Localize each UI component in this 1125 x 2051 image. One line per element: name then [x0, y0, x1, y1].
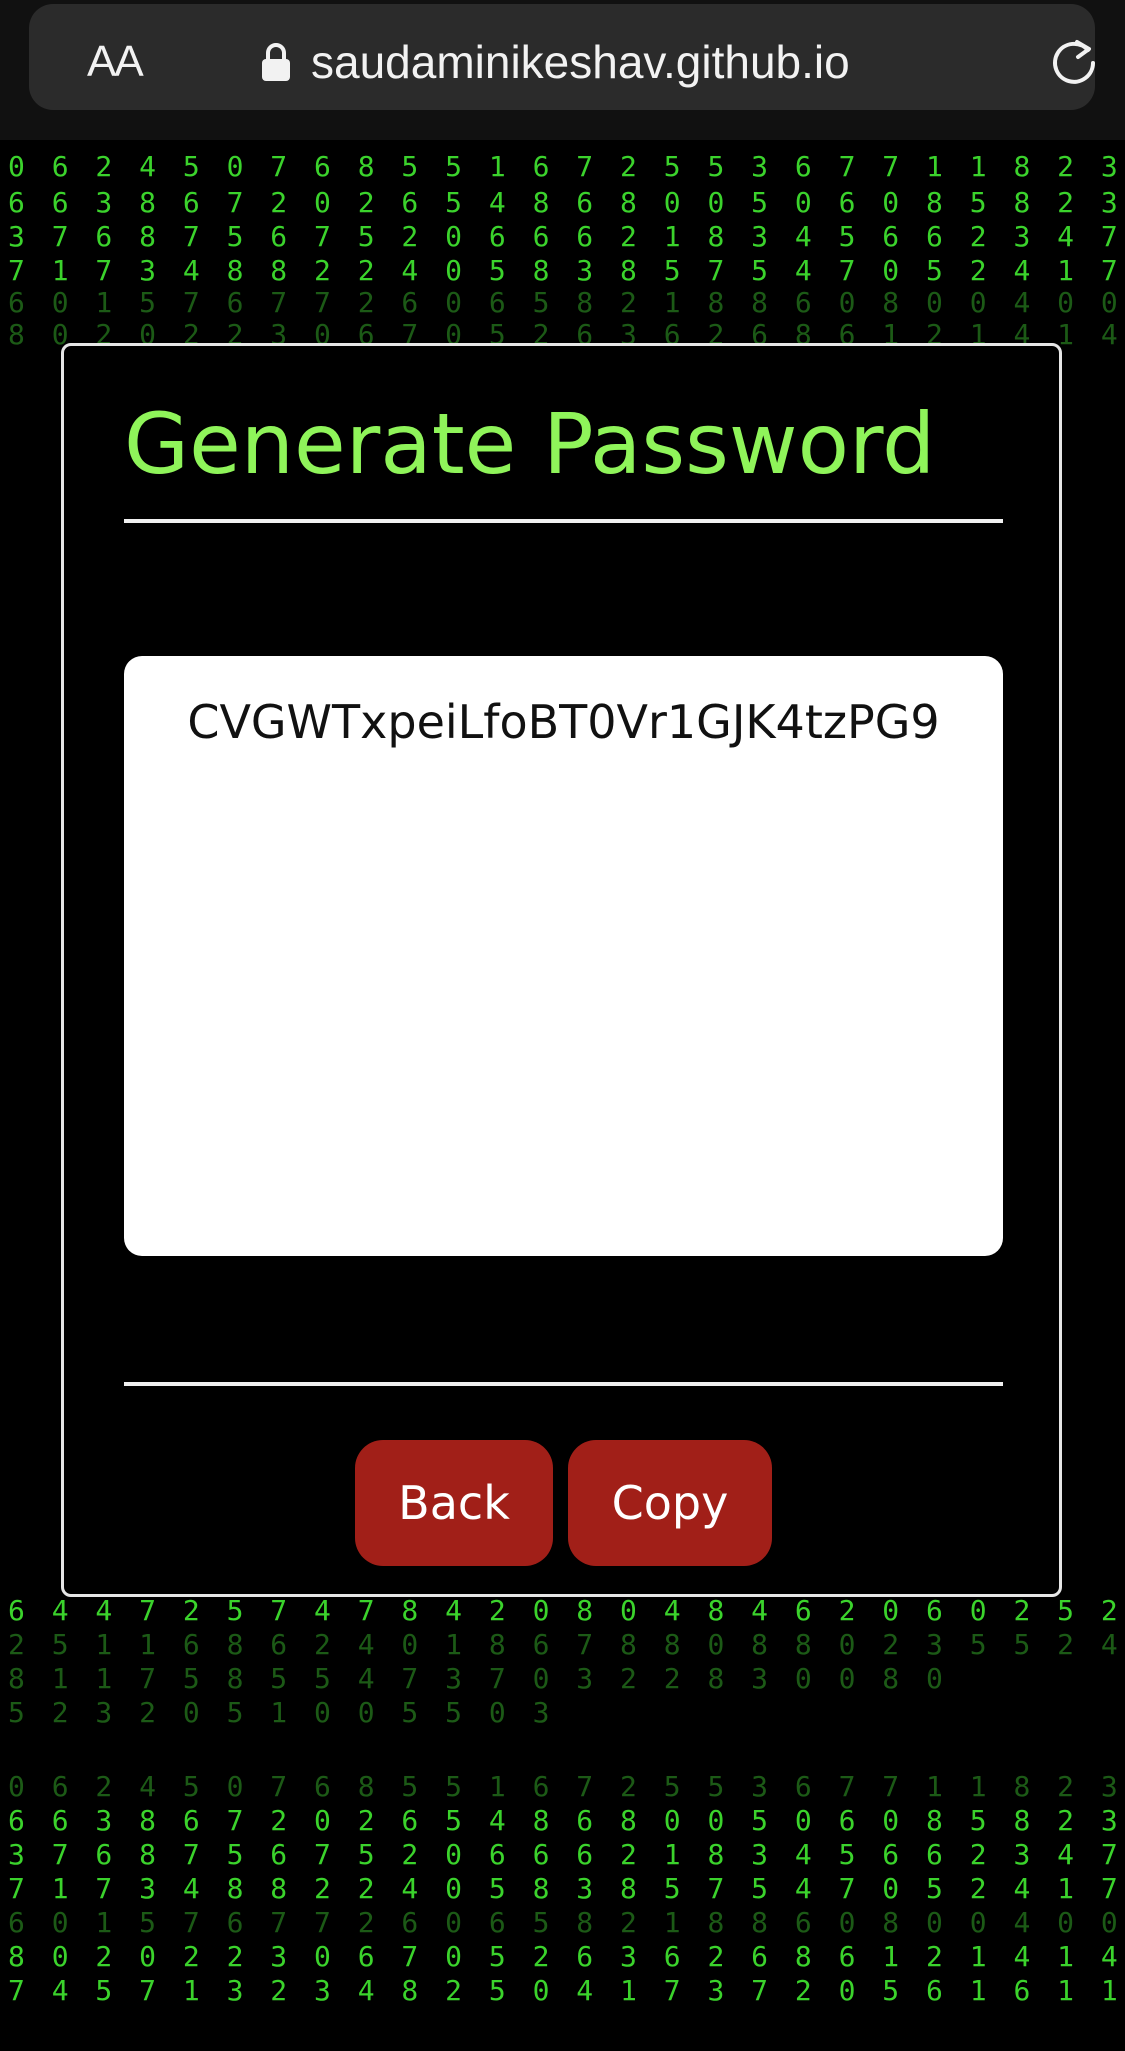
reload-icon[interactable]: [1047, 36, 1101, 90]
matrix-row: 8 1 1 7 5 8 5 5 4 7 3 7 0 3 2 2 8 3 0 0 …: [8, 1662, 948, 1695]
matrix-row: 6 0 1 5 7 6 7 7 2 6 0 6 5 8 2 1 8 8 6 0 …: [8, 286, 1125, 319]
generate-password-modal: Generate Password CVGWTxpeiLfoBT0Vr1GJK4…: [61, 343, 1062, 1597]
matrix-row: 6 0 1 5 7 6 7 7 2 6 0 6 5 8 2 1 8 8 6 0 …: [8, 1906, 1125, 1939]
matrix-row: 3 7 6 8 7 5 6 7 5 2 0 6 6 6 2 1 8 3 4 5 …: [8, 1838, 1125, 1871]
browser-toolbar: AA saudaminikeshav.github.io: [0, 0, 1125, 140]
text-size-label: AA: [87, 37, 144, 86]
page: AA saudaminikeshav.github.io 0 6 2 4 5 0…: [0, 0, 1125, 2051]
matrix-row: 7 1 7 3 4 8 8 2 2 4 0 5 8 3 8 5 7 5 4 7 …: [8, 1872, 1125, 1905]
copy-button[interactable]: Copy: [568, 1440, 772, 1566]
password-output[interactable]: CVGWTxpeiLfoBT0Vr1GJK4tzPG9: [124, 656, 1003, 1256]
matrix-row: 6 6 3 8 6 7 2 0 2 6 5 4 8 6 8 0 0 5 0 6 …: [8, 1804, 1125, 1837]
matrix-row: 8 0 2 0 2 2 3 0 6 7 0 5 2 6 3 6 2 6 8 6 …: [8, 1940, 1125, 1973]
top-divider: [124, 519, 1003, 523]
matrix-row: 7 4 5 7 1 3 2 3 4 8 2 5 0 4 1 7 3 7 2 0 …: [8, 1974, 1125, 2007]
url-display[interactable]: saudaminikeshav.github.io: [259, 32, 850, 92]
matrix-row: 7 1 7 3 4 8 8 2 2 4 0 5 8 3 8 5 7 5 4 7 …: [8, 254, 1125, 287]
matrix-row: 6 6 3 8 6 7 2 0 2 6 5 4 8 6 8 0 0 5 0 6 …: [8, 186, 1125, 219]
bottom-divider: [124, 1382, 1003, 1386]
matrix-row: 2 5 1 1 6 8 6 2 4 0 1 8 6 7 8 8 0 8 8 0 …: [8, 1628, 1123, 1661]
lock-icon: [262, 43, 290, 81]
address-bar[interactable]: AA saudaminikeshav.github.io: [29, 4, 1095, 110]
matrix-row: 0 6 2 4 5 0 7 6 8 5 5 1 6 7 2 5 5 3 6 7 …: [8, 1770, 1125, 1803]
password-text: CVGWTxpeiLfoBT0Vr1GJK4tzPG9: [187, 695, 940, 749]
matrix-row: 0 6 2 4 5 0 7 6 8 5 5 1 6 7 2 5 5 3 6 7 …: [8, 150, 1125, 183]
matrix-row: 3 7 6 8 7 5 6 7 5 2 0 6 6 6 2 1 8 3 4 5 …: [8, 220, 1125, 253]
modal-title: Generate Password: [124, 395, 936, 493]
text-size-button[interactable]: AA: [87, 34, 144, 90]
matrix-row: 6 4 4 7 2 5 7 4 7 8 4 2 0 8 0 4 8 4 6 2 …: [8, 1594, 1125, 1627]
url-text: saudaminikeshav.github.io: [311, 36, 850, 88]
matrix-row: 5 2 3 2 0 5 1 0 0 5 5 0 3: [8, 1696, 555, 1729]
back-button[interactable]: Back: [355, 1440, 553, 1566]
